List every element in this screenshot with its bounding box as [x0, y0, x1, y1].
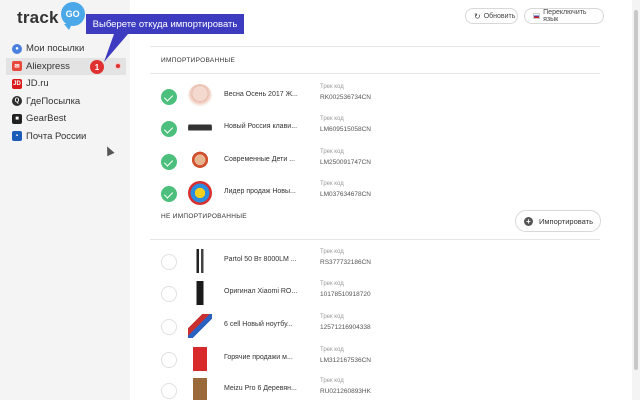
- highlight-dot-icon: [115, 63, 121, 69]
- track-code: RK002536734CN: [320, 94, 371, 101]
- jd-icon: JD: [12, 78, 22, 89]
- my-parcels-icon: ●: [12, 43, 22, 54]
- track-code: 10178510918720: [320, 291, 371, 298]
- track-code: RU021260893HK: [320, 388, 371, 395]
- parcel-name: Новый Россия клави...: [224, 123, 298, 130]
- logo-bubble-icon: GO: [60, 2, 85, 30]
- sidebar-item-jd[interactable]: JD JD.ru: [6, 75, 126, 93]
- unchecked-icon[interactable]: [161, 383, 177, 399]
- unchecked-icon[interactable]: [161, 254, 177, 270]
- xiaomi-thumb: [188, 281, 212, 305]
- sidebar-item-label: Почта России: [26, 130, 87, 142]
- switch-language-button[interactable]: Переключить язык: [524, 8, 604, 24]
- divider: [150, 46, 600, 47]
- parcel-name: Partol 50 Вт 8000LM ...: [224, 256, 297, 263]
- checked-icon[interactable]: [161, 154, 177, 170]
- tooltip-pointer: [104, 34, 128, 62]
- sidebar-item-label: ГдеПосылка: [26, 95, 81, 107]
- toy-thumb: [188, 181, 212, 205]
- table-row[interactable]: Meizu Pro 6 Деревян... Трек код RU021260…: [150, 373, 600, 400]
- refresh-button[interactable]: ↻ Обновить: [465, 8, 518, 24]
- russian-flag-icon: [533, 13, 541, 19]
- switch-language-label: Переключить язык: [543, 9, 587, 23]
- divider: [150, 239, 600, 240]
- refresh-icon: ↻: [474, 11, 481, 21]
- track-code-label: Трек код: [320, 84, 344, 90]
- lamp-thumb: [188, 249, 212, 273]
- sidebar-item-label: GearBest: [26, 113, 67, 125]
- parcel-name: Meizu Pro 6 Деревян...: [224, 385, 297, 392]
- parcel-name: Горячие продажи м...: [224, 354, 293, 361]
- table-row[interactable]: Partol 50 Вт 8000LM ... Трек код RS37773…: [150, 244, 600, 278]
- track-code: LM037634678CN: [320, 191, 371, 198]
- sidebar-item-gdeposylka[interactable]: Q ГдеПосылка: [6, 93, 126, 111]
- sidebar-item-label: Aliexpress: [26, 60, 70, 72]
- wood-case-thumb: [188, 378, 212, 400]
- import-label: Импортировать: [539, 216, 594, 226]
- track-code-label: Трек код: [320, 347, 344, 353]
- track-code: LM312167536CN: [320, 357, 371, 364]
- sidebar-item-gearbest[interactable]: ■ GearBest: [6, 110, 126, 128]
- gdeposylka-icon: Q: [12, 96, 22, 107]
- track-code-label: Трек код: [320, 249, 344, 255]
- checked-icon[interactable]: [161, 89, 177, 105]
- russian-post-icon: ▪: [12, 131, 22, 142]
- checked-icon[interactable]: [161, 186, 177, 202]
- divider: [150, 73, 600, 74]
- sidebar-item-label: JD.ru: [26, 78, 49, 90]
- gearbest-icon: ■: [12, 113, 22, 124]
- sidebar-item-label: Мои посылки: [26, 43, 85, 55]
- unchecked-icon[interactable]: [161, 352, 177, 368]
- app-logo: track GO: [17, 2, 85, 31]
- imported-section-title: ИМПОРТИРОВАННЫЕ: [161, 57, 236, 64]
- parcel-name: Лидер продаж Новы...: [224, 188, 296, 195]
- track-code-label: Трек код: [320, 116, 344, 122]
- battery-thumb: [188, 314, 212, 338]
- case-thumb: [188, 347, 212, 371]
- aliexpress-icon: ✉: [12, 61, 22, 72]
- not-imported-section-title: НЕ ИМПОРТИРОВАННЫЕ: [161, 213, 247, 220]
- unchecked-icon[interactable]: [161, 319, 177, 335]
- track-code: LM250091747CN: [320, 159, 371, 166]
- mouse-cursor-icon: [103, 144, 115, 157]
- step-badge: 1: [90, 60, 104, 74]
- logo-text: track: [17, 8, 59, 27]
- unchecked-icon[interactable]: [161, 286, 177, 302]
- track-code-label: Трек код: [320, 181, 344, 187]
- kids-thumb: [188, 149, 212, 173]
- parcel-name: Весна Осень 2017 Ж...: [224, 91, 298, 98]
- table-row[interactable]: Весна Осень 2017 Ж... Трек код RK0025367…: [150, 79, 600, 113]
- checked-icon[interactable]: [161, 121, 177, 137]
- table-row[interactable]: Оригинал Xiaomi RO... Трек код 101785109…: [150, 276, 600, 310]
- scrollbar-thumb[interactable]: [634, 10, 638, 370]
- track-code-label: Трек код: [320, 314, 344, 320]
- track-code: RS377732186CN: [320, 259, 371, 266]
- parcel-name: Оригинал Xiaomi RO...: [224, 288, 298, 295]
- keyboard-thumb: [188, 116, 212, 140]
- table-row[interactable]: 6 cell Новый ноутбу... Трек код 12571216…: [150, 309, 600, 343]
- import-button[interactable]: + Импортировать: [515, 210, 601, 232]
- track-code-label: Трек код: [320, 149, 344, 155]
- track-code: 12571216904338: [320, 324, 371, 331]
- track-code-label: Трек код: [320, 281, 344, 287]
- track-code: LM609515058CN: [320, 126, 371, 133]
- table-row[interactable]: Современные Дети ... Трек код LM25009174…: [150, 144, 600, 178]
- table-row[interactable]: Новый Россия клави... Трек код LM6095150…: [150, 111, 600, 145]
- track-code-label: Трек код: [320, 378, 344, 384]
- table-row[interactable]: Горячие продажи м... Трек код LM31216753…: [150, 342, 600, 376]
- parcel-name: Современные Дети ...: [224, 156, 296, 163]
- refresh-label: Обновить: [483, 12, 516, 20]
- dress-thumb: [188, 84, 212, 108]
- parcel-name: 6 cell Новый ноутбу...: [224, 321, 293, 328]
- table-row[interactable]: Лидер продаж Новы... Трек код LM03763467…: [150, 176, 600, 210]
- onboarding-tooltip: Выберете откуда импортировать: [86, 14, 244, 34]
- plus-icon: +: [524, 216, 533, 226]
- sidebar-item-russian-post[interactable]: ▪ Почта России: [6, 128, 126, 146]
